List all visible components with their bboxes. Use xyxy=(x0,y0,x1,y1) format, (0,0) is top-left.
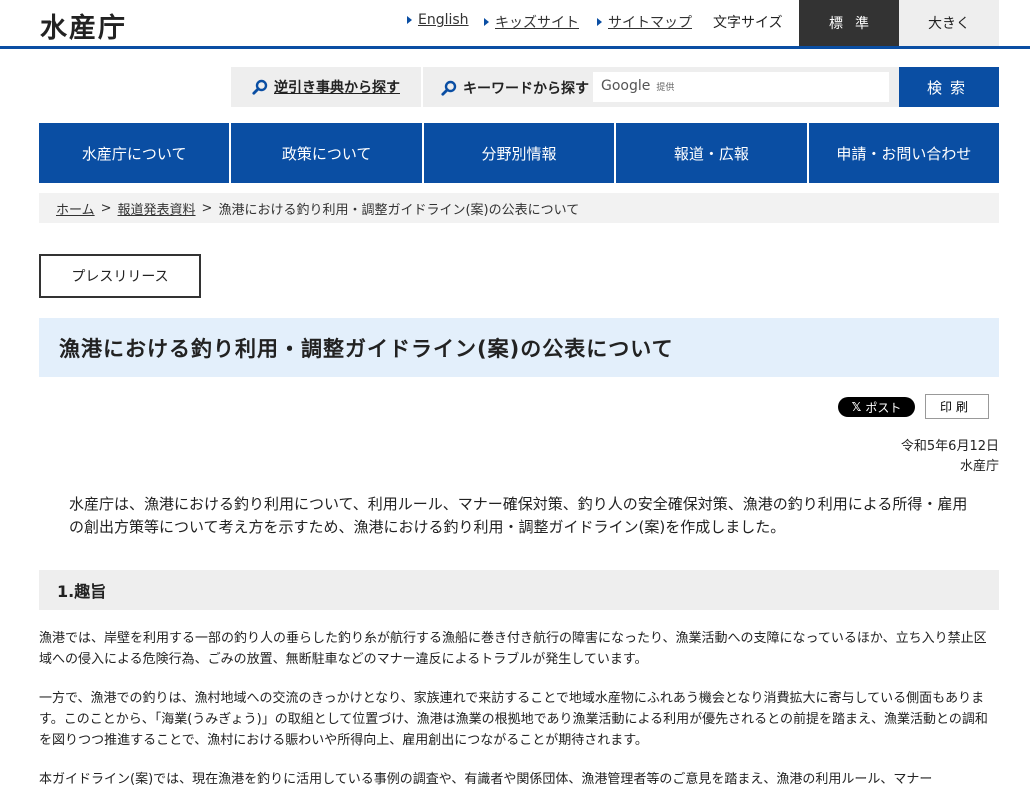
section-title: 1.趣旨 xyxy=(57,582,107,601)
breadcrumb-current: 漁港における釣り利用・調整ガイドライン(案)の公表について xyxy=(218,202,580,218)
x-logo-icon: 𝕏 xyxy=(851,400,862,414)
search-icon xyxy=(252,79,268,95)
arrow-icon xyxy=(597,18,602,26)
nav-about[interactable]: 水産庁について xyxy=(39,123,232,183)
keyword-search-label: キーワードから探す xyxy=(441,78,589,98)
x-post-button[interactable]: 𝕏 ポスト xyxy=(838,397,915,417)
english-link[interactable]: English xyxy=(407,12,469,28)
breadcrumb-press[interactable]: 報道発表資料 xyxy=(118,199,196,218)
header-divider xyxy=(0,46,1030,49)
search-button[interactable]: 検索 xyxy=(899,67,999,107)
font-size-label: 文字サイズ xyxy=(713,15,783,31)
publisher: 水産庁 xyxy=(959,459,999,474)
search-input[interactable] xyxy=(593,72,889,102)
x-post-label: ポスト xyxy=(865,400,902,415)
breadcrumb-separator: > xyxy=(100,200,112,216)
arrow-icon xyxy=(484,18,489,26)
reverse-dictionary-label: 逆引き事典から探す xyxy=(274,80,400,96)
section-paragraph: 一方で、漁港での釣りは、漁村地域への交流のきっかけとなり、家族連れで来訪すること… xyxy=(39,691,988,748)
nav-policy[interactable]: 政策について xyxy=(231,123,424,183)
nav-press[interactable]: 報道・広報 xyxy=(616,123,809,183)
breadcrumb-home[interactable]: ホーム xyxy=(56,199,95,218)
kids-site-link-label: キッズサイト xyxy=(495,15,579,31)
breadcrumb: ホーム > 報道発表資料 > 漁港における釣り利用・調整ガイドライン(案)の公表… xyxy=(39,193,999,223)
reverse-dictionary-link[interactable]: 逆引き事典から探す xyxy=(231,67,421,107)
kids-site-link[interactable]: キッズサイト xyxy=(484,12,579,32)
nav-fields[interactable]: 分野別情報 xyxy=(423,123,617,183)
font-size-standard-button[interactable]: 標準 xyxy=(799,0,899,46)
font-size-large-button[interactable]: 大きく xyxy=(899,0,999,46)
breadcrumb-separator: > xyxy=(201,200,213,216)
intro-paragraph: 水産庁は、漁港における釣り利用について、利用ルール、マナー確保対策、釣り人の安全… xyxy=(69,495,968,536)
section-heading-box: 1.趣旨 xyxy=(39,570,999,610)
print-button[interactable]: 印刷 xyxy=(925,394,989,419)
arrow-icon xyxy=(407,16,412,24)
global-nav: 水産庁について 政策について 分野別情報 報道・広報 申請・お問い合わせ xyxy=(39,123,1000,183)
publish-date: 令和5年6月12日 xyxy=(900,439,999,454)
press-release-tag: プレスリリース xyxy=(39,254,201,298)
nav-applications[interactable]: 申請・お問い合わせ xyxy=(808,123,1000,183)
search-icon xyxy=(441,80,457,96)
sitemap-link[interactable]: サイトマップ xyxy=(597,12,692,32)
section-paragraph: 本ガイドライン(案)では、現在漁港を釣りに活用している事例の調査や、有識者や関係… xyxy=(39,772,933,787)
english-link-label: English xyxy=(418,12,469,28)
sitemap-link-label: サイトマップ xyxy=(608,15,692,31)
section-paragraph: 漁港では、岸壁を利用する一部の釣り人の垂らした釣り糸が航行する漁船に巻き付き航行… xyxy=(39,631,987,667)
site-logo[interactable]: 水産庁 xyxy=(40,6,127,45)
keyword-search-text: キーワードから探す xyxy=(463,81,589,97)
page-title: 漁港における釣り利用・調整ガイドライン(案)の公表について xyxy=(59,336,674,361)
title-banner: 漁港における釣り利用・調整ガイドライン(案)の公表について xyxy=(39,318,999,377)
